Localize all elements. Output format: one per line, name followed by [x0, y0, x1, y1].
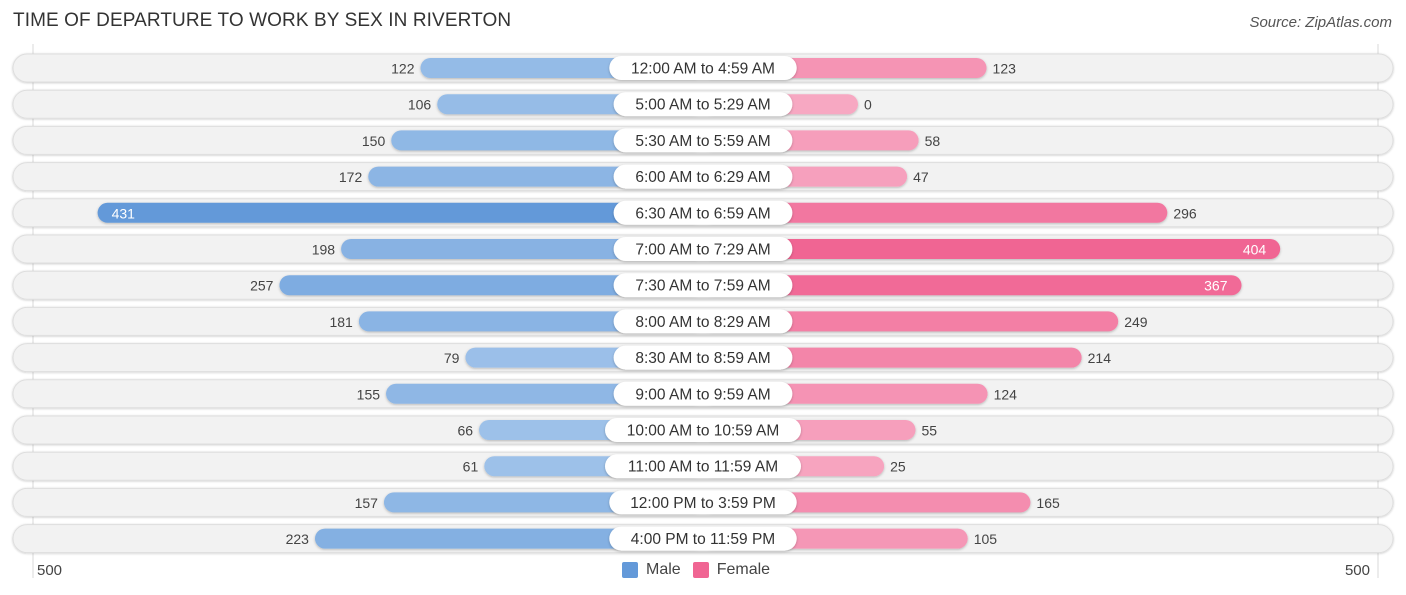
bar-row: 106 0 5:00 AM to 5:29 AM [12, 89, 1394, 119]
data-label-female: 25 [890, 459, 906, 475]
bar-row: 66 55 10:00 AM to 10:59 AM [12, 415, 1394, 445]
data-label-male: 257 [250, 278, 274, 294]
data-label-male: 122 [391, 61, 415, 77]
data-label-female: 296 [1173, 205, 1197, 221]
legend-swatch-female [692, 562, 709, 578]
axis-label-right: 500 [1344, 562, 1370, 579]
legend-swatch-male [622, 562, 638, 578]
data-label-male: 181 [329, 314, 353, 330]
category-label: 12:00 AM to 4:59 AM [631, 61, 775, 78]
bar-row: 61 25 11:00 AM to 11:59 AM [12, 451, 1394, 481]
data-label-male: 66 [457, 423, 473, 439]
data-label-female: 123 [993, 61, 1017, 77]
data-label-male: 157 [355, 495, 379, 511]
axis-label-left: 500 [37, 562, 63, 579]
data-label-female: 214 [1088, 350, 1112, 366]
bar-row: 223 105 4:00 PM to 11:59 PM [12, 524, 1394, 554]
data-label-female: 47 [913, 169, 929, 185]
data-label-male: 198 [312, 242, 336, 258]
data-label-female: 367 [1204, 278, 1228, 294]
data-label-female: 55 [921, 423, 937, 439]
legend: Male Female [622, 561, 782, 579]
category-label: 4:00 PM to 11:59 PM [631, 531, 775, 548]
data-label-male: 223 [286, 531, 310, 547]
category-label: 12:00 PM to 3:59 PM [630, 495, 776, 512]
category-label: 8:00 AM to 8:29 AM [635, 314, 770, 331]
bar-row: 150 58 5:30 AM to 5:59 AM [12, 125, 1394, 155]
data-label-female: 124 [994, 386, 1018, 402]
bar-row: 198 404 7:00 AM to 7:29 AM [12, 234, 1394, 264]
category-label: 8:30 AM to 8:59 AM [635, 350, 770, 367]
chart-canvas: 122 123 12:00 AM to 4:59 AM 106 0 5:00 AM to … [12, 44, 1394, 578]
data-label-female: 105 [974, 531, 998, 547]
data-label-male: 61 [463, 459, 479, 475]
category-label: 5:30 AM to 5:59 AM [635, 133, 770, 150]
data-label-male: 79 [444, 350, 460, 366]
bar-row: 122 123 12:00 AM to 4:59 AM [12, 53, 1394, 83]
legend-item-female: Female [692, 561, 771, 579]
bar-male [97, 202, 704, 223]
category-label: 11:00 AM to 11:59 AM [628, 459, 778, 476]
category-label: 6:00 AM to 6:29 AM [635, 169, 770, 186]
data-label-female: 165 [1036, 495, 1060, 511]
category-label: 9:00 AM to 9:59 AM [635, 386, 770, 403]
category-label: 6:30 AM to 6:59 AM [635, 205, 770, 222]
bar-row: 157 165 12:00 PM to 3:59 PM [12, 487, 1394, 517]
data-label-male: 172 [339, 169, 363, 185]
bar-row: 79 214 8:30 AM to 8:59 AM [12, 343, 1394, 373]
data-label-male: 431 [112, 205, 136, 221]
category-label: 7:00 AM to 7:29 AM [635, 242, 770, 259]
bar-row: 431 296 6:30 AM to 6:59 AM [12, 198, 1394, 228]
legend-label-female: Female [716, 561, 771, 578]
category-label: 10:00 AM to 10:59 AM [627, 423, 780, 440]
bar-row: 257 367 7:30 AM to 7:59 AM [12, 270, 1394, 300]
bar-row: 155 124 9:00 AM to 9:59 AM [12, 379, 1394, 409]
data-label-male: 106 [408, 97, 432, 113]
bar-row: 181 249 8:00 AM to 8:29 AM [12, 306, 1394, 336]
data-label-male: 150 [362, 133, 386, 149]
category-label: 5:00 AM to 5:29 AM [635, 97, 770, 114]
legend-label-male: Male [646, 561, 681, 578]
category-label: 7:30 AM to 7:59 AM [635, 278, 770, 295]
bar-row: 172 47 6:00 AM to 6:29 AM [12, 162, 1394, 192]
data-label-female: 0 [864, 97, 872, 113]
data-label-female: 58 [925, 133, 941, 149]
data-label-female: 249 [1124, 314, 1148, 330]
data-label-female: 404 [1243, 242, 1267, 258]
data-label-male: 155 [357, 386, 381, 402]
legend-item-male: Male [622, 561, 681, 579]
